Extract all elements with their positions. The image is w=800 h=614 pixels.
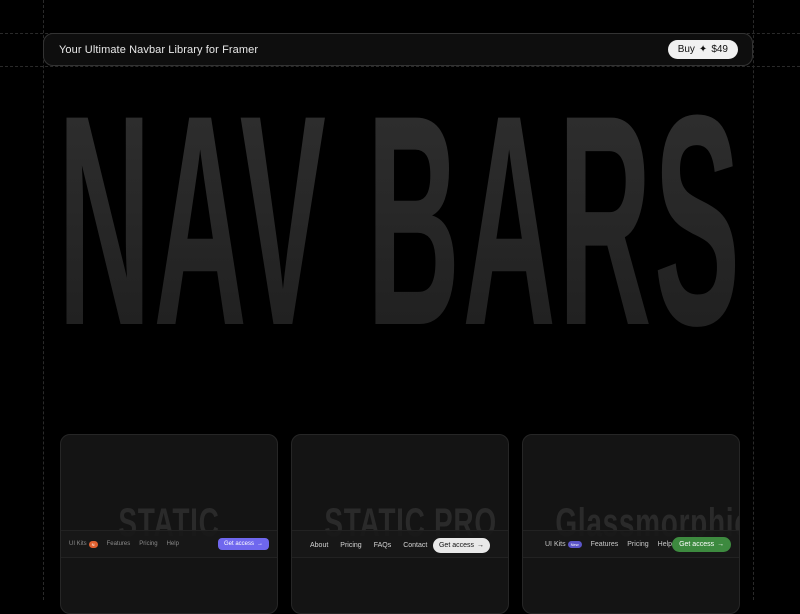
nav-link-pricing[interactable]: Pricing	[340, 542, 361, 549]
preview-navbar: UI Kits N Features Pricing Help Get acce…	[61, 534, 277, 554]
nav-link-label: UI Kits	[69, 541, 87, 547]
preview-navbar: About Pricing FAQs Contact Get access →	[292, 535, 508, 555]
nav-link-pricing[interactable]: Pricing	[139, 541, 157, 547]
arrow-right-icon: →	[257, 541, 263, 547]
nav-link-about[interactable]: About	[310, 542, 328, 549]
nav-link-help[interactable]: Help	[658, 541, 672, 548]
nav-link-features[interactable]: Features	[107, 541, 131, 547]
nav-link-pricing[interactable]: Pricing	[627, 541, 648, 548]
hero: NAV BARS	[0, 70, 800, 370]
cta-label: Get access	[223, 541, 254, 547]
arrow-right-icon: →	[477, 541, 484, 549]
nav-link-ui-kits[interactable]: UI Kits New	[545, 540, 582, 548]
get-access-button[interactable]: Get access →	[217, 538, 269, 550]
hero-title: NAV BARS	[57, 52, 743, 388]
nav-link-help[interactable]: Help	[167, 541, 179, 547]
navbar-preview-card-static-pro[interactable]: STATIC PRO About Pricing FAQs Contact Ge…	[291, 434, 509, 614]
get-access-button[interactable]: Get access →	[432, 537, 490, 553]
nav-link-ui-kits[interactable]: UI Kits N	[69, 540, 98, 548]
nav-link-label: UI Kits	[545, 540, 566, 548]
cta-label: Get access	[679, 540, 715, 548]
new-badge: New	[567, 540, 582, 548]
preview-navbar: UI Kits New Features Pricing Help Get ac…	[523, 534, 739, 554]
nav-link-contact[interactable]: Contact	[403, 542, 427, 549]
nav-link-features[interactable]: Features	[591, 541, 619, 548]
nav-link-faqs[interactable]: FAQs	[374, 542, 392, 549]
navbar-preview-card-static[interactable]: STATIC UI Kits N Features Pricing Help G…	[60, 434, 278, 614]
navbar-preview-card-glassmorphic[interactable]: Glassmorphic UI Kits New Features Pricin…	[522, 434, 740, 614]
get-access-button[interactable]: Get access →	[672, 536, 732, 552]
cta-label: Get access	[438, 541, 474, 549]
arrow-right-icon: →	[717, 540, 725, 548]
new-badge: N	[88, 540, 98, 548]
